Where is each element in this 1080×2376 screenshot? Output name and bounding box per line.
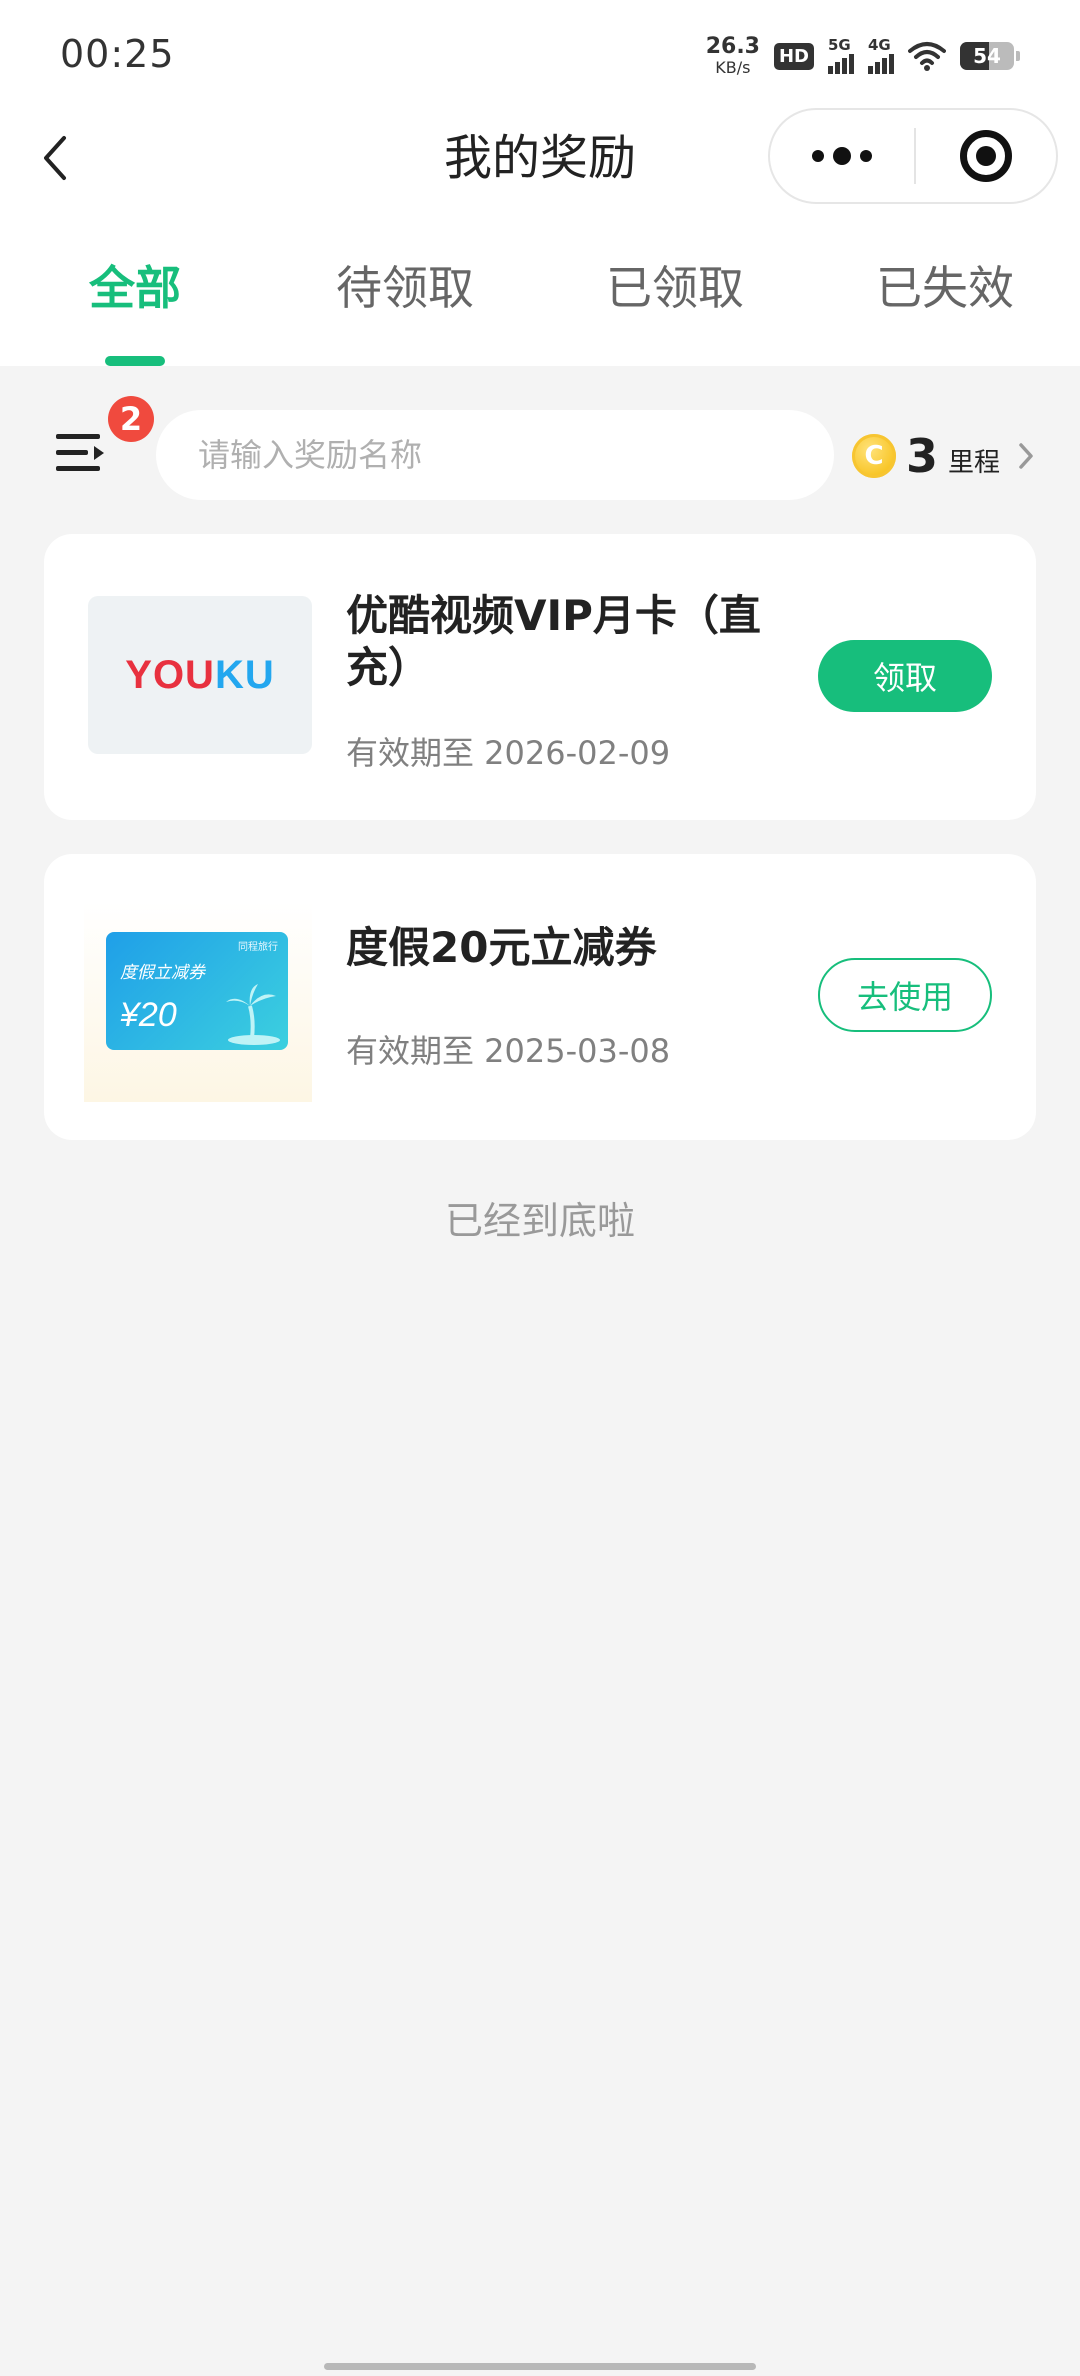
hd-icon: HD — [773, 42, 814, 70]
tab-claimed[interactable]: 已领取 — [575, 258, 775, 318]
filter-badge: 2 — [108, 396, 154, 442]
close-miniprogram-button[interactable] — [916, 110, 1056, 202]
reward-card: 同程旅行 度假立减券 ¥20 度假20元立减券 有效期至 2025-03-08 … — [44, 854, 1036, 1140]
tab-active-indicator — [105, 356, 165, 366]
tab-all[interactable]: 全部 — [35, 258, 235, 318]
palm-tree-icon — [226, 984, 280, 1045]
claim-button[interactable]: 领取 — [818, 640, 992, 712]
coupon-thumb-name: 度假立减券 — [120, 963, 205, 983]
miles-link[interactable]: C 3 里程 — [852, 426, 1034, 486]
filter-menu-button[interactable] — [50, 424, 110, 484]
search-input[interactable] — [198, 436, 834, 474]
filter-arrow-icon — [94, 446, 104, 460]
battery-level: 54 — [973, 44, 1001, 68]
chevron-right-icon — [1019, 443, 1033, 469]
status-time: 00:25 — [60, 32, 175, 76]
miniprogram-capsule — [768, 108, 1058, 204]
more-dots-icon — [812, 150, 824, 162]
status-icons: 26.3 KB/s HD 5G 4G 54 — [706, 34, 1020, 78]
battery-icon: 54 — [960, 42, 1014, 70]
more-dots-icon — [860, 150, 872, 162]
youku-logo: YOU KU — [88, 596, 312, 754]
coupon-thumbnail: 同程旅行 度假立减券 ¥20 — [84, 902, 312, 1102]
more-dots-icon — [833, 147, 851, 165]
network-speed: 26.3 KB/s — [706, 36, 760, 76]
signal-5g-label: 5G — [828, 36, 851, 54]
network-speed-value: 26.3 — [705, 34, 760, 59]
battery-cap — [1016, 51, 1020, 61]
miles-count: 3 — [906, 429, 939, 483]
search-box[interactable] — [156, 410, 834, 500]
wifi-icon — [908, 42, 946, 71]
signal-4g-icon: 4G — [868, 36, 894, 74]
target-circle-icon — [960, 130, 1012, 182]
reward-title: 优酷视频VIP月卡（直充） — [346, 591, 761, 692]
coupon-brand: 同程旅行 — [238, 942, 278, 953]
coupon-image: 同程旅行 度假立减券 ¥20 — [106, 932, 288, 1050]
signal-5g-icon: 5G — [828, 36, 854, 74]
network-speed-unit: KB/s — [715, 58, 751, 77]
coin-icon: C — [852, 434, 896, 478]
reward-card: YOU KU 优酷视频VIP月卡（直充） 有效期至 2026-02-09 领取 — [44, 534, 1036, 820]
reward-expiry: 有效期至 2026-02-09 — [346, 734, 671, 772]
coupon-thumb-amount: ¥20 — [120, 996, 177, 1034]
reward-title: 度假20元立减券 — [346, 923, 657, 972]
more-button[interactable] — [770, 110, 914, 202]
reward-expiry: 有效期至 2025-03-08 — [346, 1032, 671, 1070]
miles-unit: 里程 — [948, 447, 1001, 478]
tab-pending[interactable]: 待领取 — [305, 258, 505, 318]
use-button[interactable]: 去使用 — [818, 958, 992, 1032]
youku-logo-red: YOU — [125, 652, 215, 697]
tab-expired[interactable]: 已失效 — [845, 258, 1045, 318]
signal-4g-label: 4G — [868, 36, 891, 54]
end-of-list-text: 已经到底啦 — [444, 1199, 635, 1243]
home-indicator[interactable] — [324, 2363, 756, 2370]
youku-logo-blue: KU — [214, 652, 275, 697]
